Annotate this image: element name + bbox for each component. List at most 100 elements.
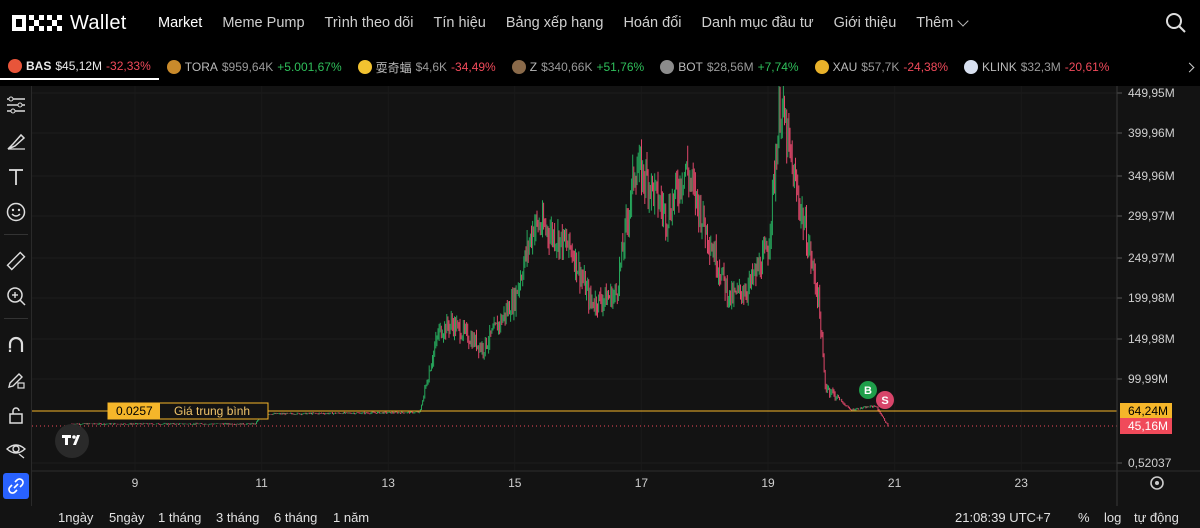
nav-item[interactable]: Danh mục đầu tư [701,15,813,31]
tradingview-logo[interactable] [55,424,89,458]
ruler-tool-icon[interactable] [3,248,29,274]
link-icon[interactable] [3,473,29,499]
y-tick-label: 249,97M [1128,251,1175,265]
range-1m[interactable]: 1 tháng [158,510,201,525]
nav-item[interactable]: Trình theo dõi [325,15,414,31]
token-change: -32,33% [106,59,151,73]
x-tick-label: 9 [132,476,139,490]
search-icon[interactable] [1164,11,1188,35]
nav-menu: Market Meme Pump Trình theo dõi Tín hiệu Bản… [158,0,987,46]
nav-more-label: Thêm [916,15,954,31]
trending-ticker: BAS $45,12M -32,33% TORA $959,64K +5.001,67% 耍… [0,54,1200,80]
token-market-cap: $32,3M [1020,60,1061,74]
token-market-cap: $340,66K [541,60,593,74]
token-symbol: TORA [184,60,218,74]
token-change: +51,76% [596,60,645,74]
range-3m[interactable]: 3 tháng [216,510,259,525]
chart-settings-icon[interactable] [1150,476,1164,490]
y-tick-label: 299,97M [1128,209,1175,223]
token-change: -34,49% [451,60,496,74]
token-market-cap: $57,7K [861,60,900,74]
average-price-value: 0.0257 [116,404,153,418]
drawing-toolbar [0,86,32,506]
sell-marker-text: S [881,395,888,407]
zoom-in-icon[interactable] [3,283,29,309]
average-price-label[interactable]: 0.0257 Giá trung bình [107,402,269,420]
nav-item[interactable]: Giới thiệu [834,15,897,31]
y-tick-label: 0,52037 [1128,456,1172,470]
y-tick-label: 199,98M [1128,291,1175,305]
emoji-tool-icon[interactable] [3,199,29,225]
sell-marker[interactable]: S [876,391,894,409]
token-market-cap: $959,64K [221,60,274,74]
ticker-item[interactable]: 耍奇蝠 $4,6K -34,49% [350,54,504,80]
y-tick-label: 99,99M [1128,372,1168,386]
chart-bottom-bar: 1ngày 5ngày 1 tháng 3 tháng 6 tháng 1 nă… [0,506,1200,528]
token-icon [166,60,181,74]
log-scale-toggle[interactable]: log [1104,510,1121,525]
token-icon [8,59,22,73]
text-tool-icon[interactable] [3,164,29,190]
y-tick-label: 349,96M [1128,169,1175,183]
nav-item[interactable]: Meme Pump [222,15,304,31]
crosshair-tool-icon[interactable] [3,92,29,118]
ticker-item[interactable]: KLINK $32,3M -20,61% [956,54,1117,80]
ticker-next-button[interactable] [1178,54,1200,80]
range-1y[interactable]: 1 năm [333,510,369,525]
auto-scale-toggle[interactable]: tự động [1134,510,1179,525]
toolbar-divider [4,318,28,319]
ticker-item[interactable]: TORA $959,64K +5.001,67% [159,54,350,80]
x-tick-label: 19 [761,476,775,490]
x-tick-label: 21 [888,476,902,490]
pencil-lock-icon[interactable] [3,367,29,393]
token-symbol: 耍奇蝠 [375,60,412,75]
range-5d[interactable]: 5ngày [109,510,144,525]
top-navigation: Wallet Market Meme Pump Trình theo dõi Tín … [0,0,1200,46]
toolbar-divider [4,234,28,235]
chevron-right-icon [1184,62,1194,72]
token-symbol: KLINK [982,60,1017,74]
percent-scale-toggle[interactable]: % [1078,510,1090,525]
token-change: +7,74% [757,60,799,74]
token-symbol: Z [529,60,538,74]
nav-item[interactable]: Hoán đổi [623,15,681,31]
token-change: -20,61% [1064,60,1110,74]
token-market-cap: $4,6K [415,60,448,74]
magnet-icon[interactable] [3,332,29,358]
okx-logo-icon [12,15,62,31]
range-1d[interactable]: 1ngày [58,510,93,525]
nav-more-menu[interactable]: Thêm [916,15,970,31]
token-icon [511,60,526,74]
ticker-item[interactable]: XAU $57,7K -24,38% [807,54,956,80]
okx-wallet-logo[interactable]: Wallet [12,11,127,35]
token-symbol: XAU [832,60,858,74]
last-tag-text: 45,16M [1128,419,1168,433]
chevron-down-icon [957,15,970,27]
buy-marker[interactable]: B [859,381,877,399]
token-symbol: BOT [678,60,703,74]
eye-icon[interactable] [3,436,29,462]
price-chart[interactable]: 0.0257 Giá trung bình 64,24M 45,16M B S 449,9… [0,80,1200,506]
nav-item[interactable]: Bảng xếp hạng [506,15,604,31]
y-tick-label: 449,95M [1128,86,1175,100]
brush-tool-icon[interactable] [3,128,29,154]
token-icon [357,60,372,74]
chart-canvas[interactable]: 0.0257 Giá trung bình 64,24M45,16M BS 449,9… [0,80,1200,506]
nav-item[interactable]: Tín hiệu [433,15,485,31]
lock-icon[interactable] [3,402,29,428]
range-6m[interactable]: 6 tháng [274,510,317,525]
avg-price-axis-tag: 64,24M [1120,403,1172,419]
nav-item[interactable]: Market [158,15,202,31]
token-symbol: BAS [26,59,52,73]
ticker-item[interactable]: BOT $28,56M +7,74% [652,54,806,80]
last-price-axis-tag: 45,16M [1120,418,1172,434]
token-market-cap: $28,56M [706,60,754,74]
token-icon [964,60,979,74]
ticker-item[interactable]: Z $340,66K +51,76% [504,54,652,80]
avg-tag-text: 64,24M [1128,404,1168,418]
x-tick-label: 13 [382,476,396,490]
token-icon [660,60,675,74]
buy-marker-text: B [864,385,872,397]
ticker-item[interactable]: BAS $45,12M -32,33% [0,54,159,80]
y-tick-label: 149,98M [1128,332,1175,346]
